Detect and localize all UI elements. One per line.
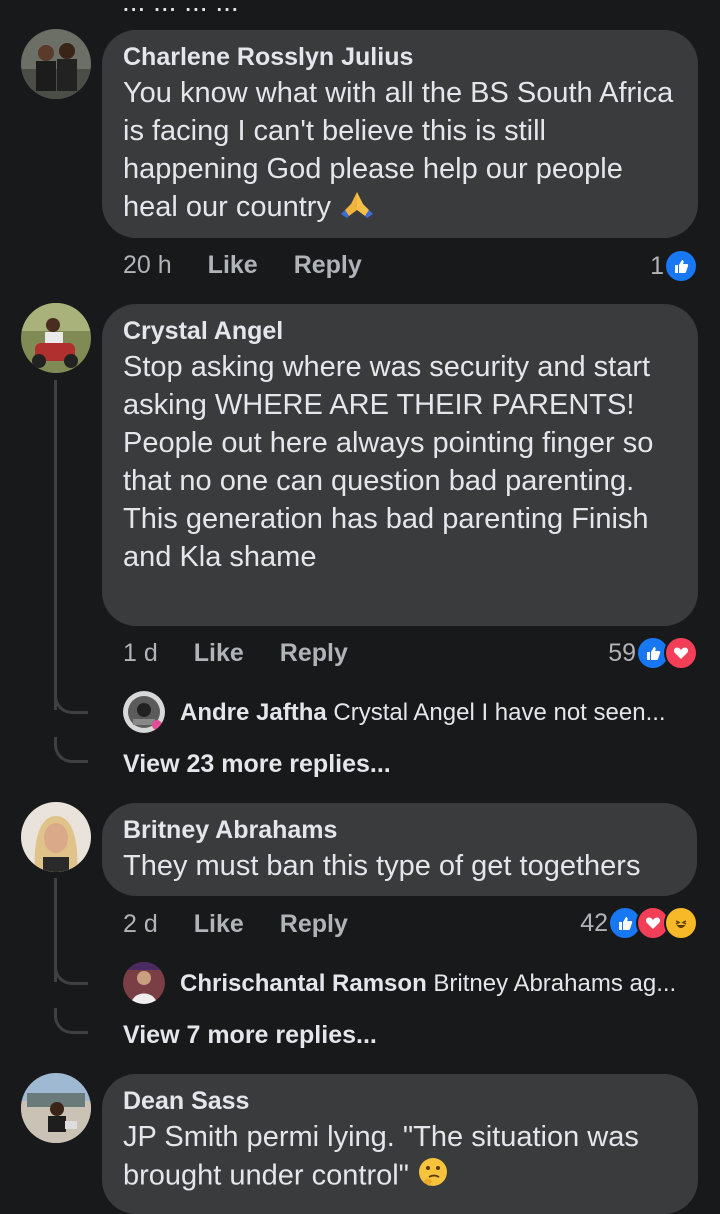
commenter-name[interactable]: Britney Abrahams	[123, 815, 675, 845]
avatar-chrischantal[interactable]	[123, 962, 165, 1004]
avatar-dean[interactable]	[21, 1073, 91, 1143]
reply-preview-text: Britney Abrahams ag...	[433, 970, 677, 997]
comment-actions: 20 h Like Reply	[123, 251, 398, 280]
reply-author-name[interactable]: Andre Jaftha	[180, 699, 327, 726]
comment-bubble: Dean Sass JP Smith permi lying. "The sit…	[102, 1074, 698, 1214]
avatar-charlene[interactable]	[21, 29, 91, 99]
thread-line	[54, 380, 57, 710]
commenter-name[interactable]: Charlene Rosslyn Julius	[123, 42, 676, 72]
reply-preview[interactable]: Chrischantal Ramson Britney Abrahams ag.…	[180, 970, 676, 998]
thinking-face-icon	[417, 1156, 449, 1198]
view-more-replies-link[interactable]: View 23 more replies...	[123, 750, 391, 779]
comment-bubble: Britney Abrahams They must ban this type…	[102, 803, 697, 896]
comment-timestamp[interactable]: 2 d	[123, 910, 158, 939]
reaction-summary[interactable]: 59	[608, 636, 698, 670]
reply-connector	[54, 737, 88, 763]
reaction-count: 59	[608, 638, 636, 667]
reply-button[interactable]: Reply	[294, 251, 362, 280]
reply-preview[interactable]: Andre Jaftha Crystal Angel I have not se…	[180, 699, 666, 727]
reaction-summary[interactable]: 1	[650, 249, 698, 283]
comment-timestamp[interactable]: 20 h	[123, 251, 172, 280]
view-more-replies-link[interactable]: View 7 more replies...	[123, 1021, 377, 1050]
reply-author-name[interactable]: Chrischantal Ramson	[180, 970, 427, 997]
comment-actions: 1 d Like Reply	[123, 639, 384, 668]
reply-button[interactable]: Reply	[280, 639, 348, 668]
reply-preview-text: Crystal Angel I have not seen...	[333, 699, 666, 726]
comment-bubble: Crystal Angel Stop asking where was secu…	[102, 304, 698, 626]
reaction-count: 42	[580, 908, 608, 937]
comment-timestamp[interactable]: 1 d	[123, 639, 158, 668]
comment-text-line: Stop asking where was security and start…	[123, 351, 651, 421]
comment-actions: 2 d Like Reply	[123, 910, 384, 939]
comment-text-line: People out here always pointing finger s…	[123, 427, 654, 573]
avatar-crystal[interactable]	[21, 303, 91, 373]
reply-connector	[54, 688, 88, 714]
comment-text: JP Smith permi lying. "The situation was…	[123, 1118, 676, 1198]
comment-text: You know what with all the BS South Afri…	[123, 74, 676, 228]
reaction-count: 1	[650, 251, 664, 280]
reaction-summary[interactable]: 42	[580, 906, 698, 940]
clipped-previous-text: ... ... ... ...	[122, 0, 239, 17]
like-button[interactable]: Like	[194, 639, 244, 668]
reply-connector	[54, 959, 88, 985]
commenter-name[interactable]: Crystal Angel	[123, 316, 676, 346]
comment-text: They must ban this type of get togethers	[123, 850, 641, 882]
haha-reaction-icon	[664, 906, 698, 940]
love-reaction-icon	[664, 636, 698, 670]
like-reaction-icon	[664, 249, 698, 283]
reply-connector	[54, 1008, 88, 1034]
reply-button[interactable]: Reply	[280, 910, 348, 939]
praying-hands-icon	[339, 188, 375, 228]
avatar-britney[interactable]	[21, 802, 91, 872]
commenter-name[interactable]: Dean Sass	[123, 1086, 676, 1116]
like-button[interactable]: Like	[194, 910, 244, 939]
like-button[interactable]: Like	[208, 251, 258, 280]
avatar-andre[interactable]	[123, 691, 165, 733]
comment-bubble: Charlene Rosslyn Julius You know what wi…	[102, 30, 698, 238]
